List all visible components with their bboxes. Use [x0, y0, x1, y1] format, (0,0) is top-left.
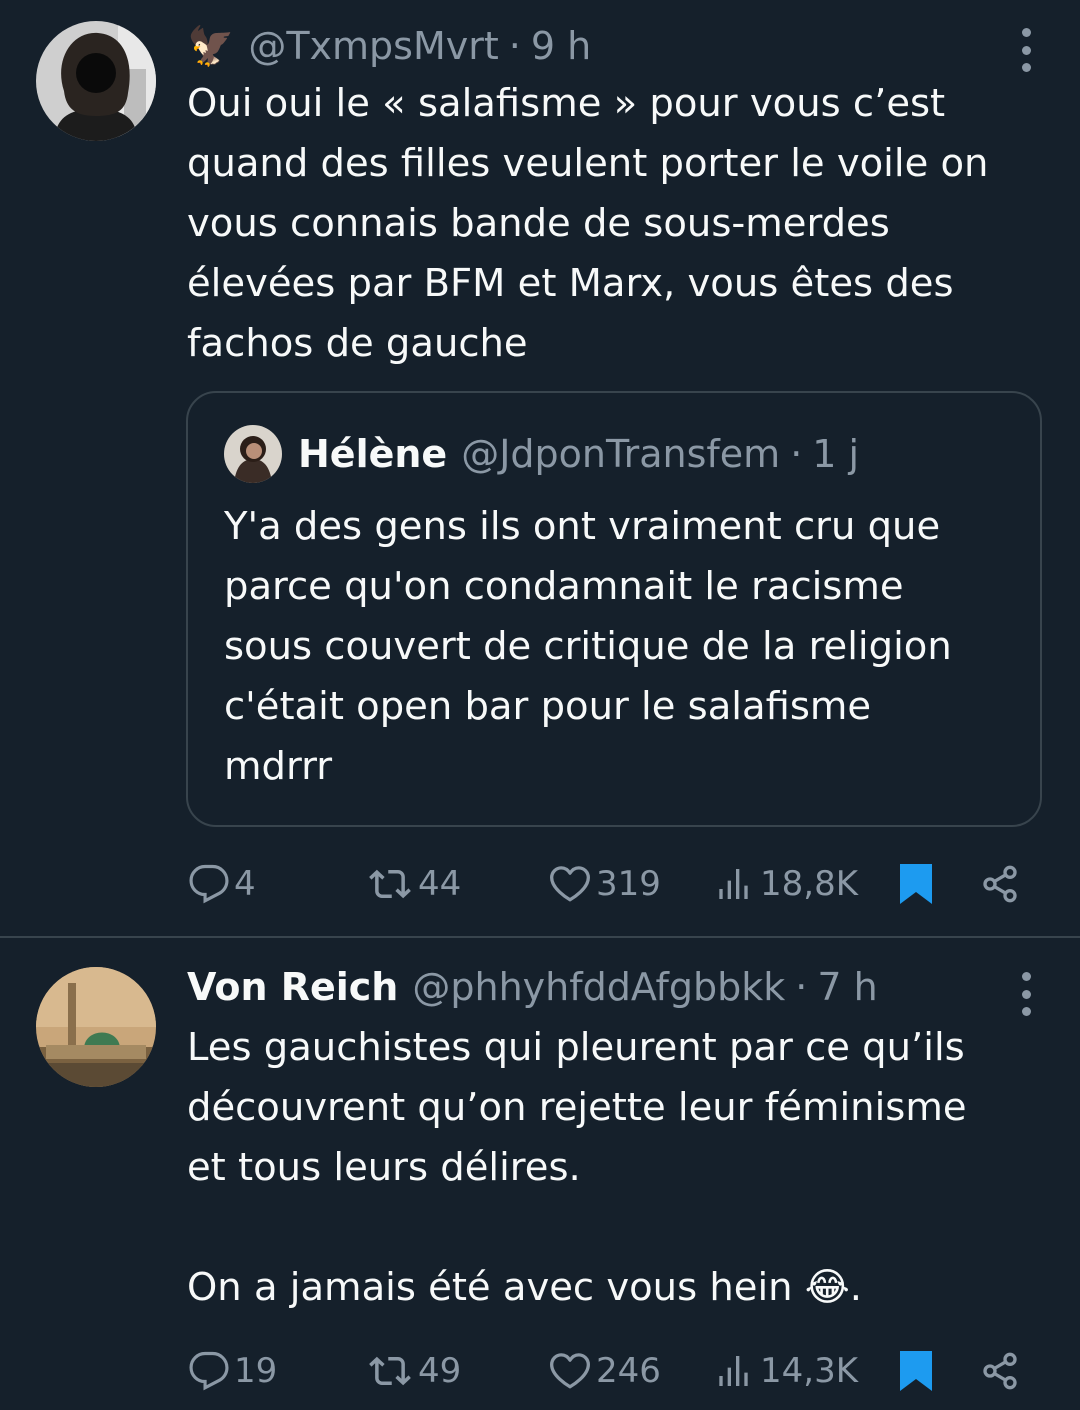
tweet-1[interactable]: 🦅 @TxmpsMvrt · 9 h Oui oui le « salafism… — [0, 0, 1080, 936]
tweet-2[interactable]: Von Reich @phhyhfddAfgbbkk · 7 h Les gau… — [0, 938, 1080, 1410]
bookmark-icon — [900, 864, 932, 904]
reply-icon — [189, 864, 229, 904]
reply-button[interactable]: 19 — [188, 1341, 277, 1401]
user-handle[interactable]: @TxmpsMvrt — [248, 24, 498, 68]
more-icon[interactable] — [1018, 28, 1034, 72]
reply-icon — [189, 1351, 229, 1391]
like-button[interactable]: 246 — [548, 1341, 661, 1401]
like-button[interactable]: 319 — [548, 854, 661, 914]
like-count: 246 — [596, 1351, 661, 1391]
views-button[interactable]: 14,3K — [716, 1341, 858, 1401]
like-count: 319 — [596, 864, 661, 904]
tweet-actions: 19 49 246 14,3K — [186, 1341, 1046, 1401]
tweet-actions: 4 44 319 18,8K — [186, 854, 1046, 914]
tweet-header: Von Reich @phhyhfddAfgbbkk · 7 h — [187, 959, 878, 1015]
views-count: 18,8K — [760, 864, 858, 904]
quote-text: Y'a des gens ils ont vraiment cru que pa… — [224, 504, 952, 789]
separator: · — [790, 432, 803, 476]
display-name[interactable]: Von Reich — [187, 965, 398, 1009]
avatar-phhyhfddafgbbkk[interactable] — [36, 967, 156, 1087]
views-button[interactable]: 18,8K — [716, 854, 858, 914]
more-icon[interactable] — [1018, 972, 1034, 1016]
bookmark-button[interactable] — [898, 854, 934, 914]
retweet-button[interactable]: 44 — [366, 854, 461, 914]
retweet-count: 44 — [418, 864, 462, 904]
retweet-count: 49 — [418, 1351, 462, 1391]
quote-user-handle[interactable]: @JdponTransfem — [461, 432, 780, 476]
retweet-icon — [369, 869, 411, 899]
timestamp[interactable]: 9 h — [531, 24, 591, 68]
quote-display-name[interactable]: Hélène — [298, 432, 447, 476]
avatar-txmpsmvrt[interactable] — [36, 21, 156, 141]
views-icon — [719, 869, 748, 899]
reply-count: 4 — [234, 864, 256, 904]
separator: · — [795, 965, 808, 1009]
like-icon — [550, 866, 590, 902]
tweet-header: 🦅 @TxmpsMvrt · 9 h — [187, 18, 591, 74]
views-icon — [719, 1356, 748, 1386]
share-icon — [983, 1352, 1017, 1390]
quote-header: Hélène @JdponTransfem · 1 j — [298, 426, 859, 482]
share-button[interactable] — [980, 1341, 1020, 1401]
separator: · — [508, 24, 521, 68]
views-count: 14,3K — [760, 1351, 858, 1391]
reply-button[interactable]: 4 — [188, 854, 256, 914]
share-button[interactable] — [980, 854, 1020, 914]
quote-timestamp[interactable]: 1 j — [812, 432, 859, 476]
share-icon — [983, 865, 1017, 903]
avatar-jdpontransfem[interactable] — [224, 425, 282, 483]
bookmark-button[interactable] — [898, 1341, 934, 1401]
reply-count: 19 — [234, 1351, 278, 1391]
user-handle[interactable]: @phhyhfddAfgbbkk — [412, 965, 785, 1009]
quoted-tweet[interactable]: Hélène @JdponTransfem · 1 j Y'a des gens… — [186, 391, 1042, 827]
tweet-text: Oui oui le « salafisme » pour vous c’est… — [187, 81, 989, 366]
retweet-button[interactable]: 49 — [366, 1341, 461, 1401]
like-icon — [550, 1353, 590, 1389]
display-name[interactable]: 🦅 — [187, 24, 234, 69]
retweet-icon — [369, 1356, 411, 1386]
tweet-text: Les gauchistes qui pleurent par ce qu’il… — [187, 1025, 967, 1310]
bookmark-icon — [900, 1351, 932, 1391]
timestamp[interactable]: 7 h — [817, 965, 877, 1009]
